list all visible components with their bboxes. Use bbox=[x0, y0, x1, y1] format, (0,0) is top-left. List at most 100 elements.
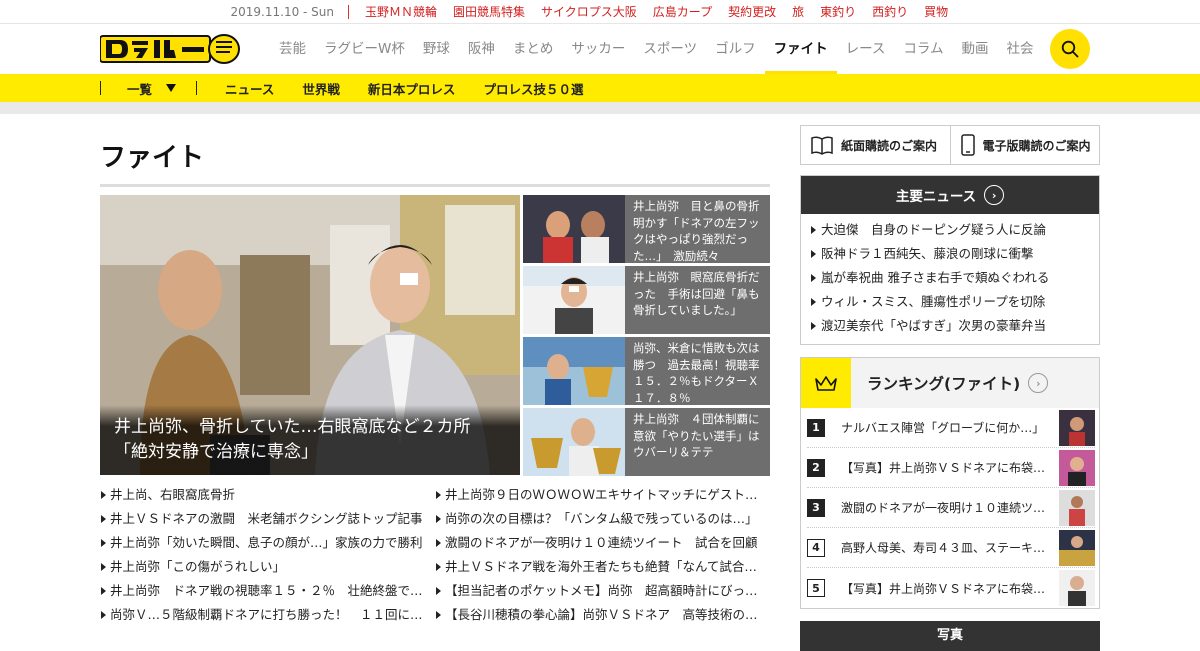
ranking-item-title: ナルバエス陣営「グローブに何か…」 bbox=[841, 421, 1045, 435]
top-links: 玉野ＭＮ競輪 園田競馬特集 サイクロプス大阪 広島カープ 契約更改 旅 東釣り … bbox=[349, 3, 948, 20]
side-article-title: 尚弥、米倉に惜敗も次は勝つ 過去最高！視聴率１５．２％もドクターＸ１７．８％ bbox=[633, 341, 760, 405]
hero-caption: 井上尚弥、骨折していた…右眼窩底など２カ所 「絶対安静で治療に専念」 bbox=[100, 405, 520, 475]
subnav-item-wrestling-moves[interactable]: プロレス技５０選 bbox=[483, 79, 583, 98]
ranking-item[interactable]: 5 【写真】井上尚弥ＶＳドネアに布袋、中居らも bbox=[807, 568, 1095, 608]
headline-link[interactable]: 井上ＶＳドネアの激闘 米老舗ボクシング誌トップ記事 bbox=[100, 507, 435, 531]
top-link[interactable]: 買物 bbox=[924, 3, 948, 20]
ranking-item[interactable]: 3 激闘のドネアが一夜明け１０連続ツイート bbox=[807, 488, 1095, 528]
nav-item-column[interactable]: コラム bbox=[894, 24, 952, 74]
nav-item-soccer[interactable]: サッカー bbox=[562, 24, 634, 74]
ranking-title: ランキング(ファイト) bbox=[867, 375, 1021, 393]
headline-list: 井上尚、右眼窩底骨折 井上尚弥９日のＷＯＷＯＷエキサイトマッチにゲスト出演 井上… bbox=[100, 483, 770, 627]
article-thumbnail bbox=[1059, 529, 1095, 566]
top-link[interactable]: 園田競馬特集 bbox=[453, 3, 525, 20]
side-article[interactable]: 井上尚弥 ４団体制覇に意欲「やりたい選手」はウバーリ＆テテ bbox=[523, 408, 770, 476]
ranking-item-title: 【写真】井上尚弥ＶＳドネアに布袋、中居らも bbox=[841, 461, 1051, 475]
gray-strip bbox=[0, 102, 1200, 114]
list-dropdown[interactable]: 一覧 bbox=[101, 79, 196, 98]
side-article[interactable]: 井上尚弥 眼窩底骨折だった 手術は回避「鼻も骨折していました。」 bbox=[523, 266, 770, 334]
top-link[interactable]: 東釣り bbox=[820, 3, 856, 20]
daily-logo-icon bbox=[99, 34, 240, 64]
ranking-item-title: 高野人母美、寿司４３皿、ステーキ１キロ bbox=[841, 541, 1051, 555]
news-link[interactable]: 阪神ドラ１西純矢、藤浪の剛球に衝撃 bbox=[809, 242, 1091, 266]
article-thumbnail bbox=[1059, 489, 1095, 526]
top-link[interactable]: 旅 bbox=[792, 3, 804, 20]
subnav-item-news[interactable]: ニュース bbox=[225, 79, 274, 98]
main-column: ファイト 井上尚弥、骨折していた…右眼窩底など２カ所 「絶対安静で治療に専念」 … bbox=[100, 126, 770, 627]
side-articles: 井上尚弥 目と鼻の骨折明かす「ドネアの左フックはやっぱり強烈だった…」 激励続々… bbox=[523, 195, 770, 479]
sub-nav: 一覧 ニュース 世界戦 新日本プロレス プロレス技５０選 bbox=[0, 74, 1200, 102]
headline-link[interactable]: 【担当記者のポケットメモ】尚弥 超高額時計にびっくり bbox=[435, 579, 770, 603]
chevron-right-icon: › bbox=[1028, 373, 1049, 393]
headline-link[interactable]: 井上ＶＳドネア戦を海外王者たちも絶賛「なんて試合だ」 bbox=[435, 555, 770, 579]
headline-link[interactable]: 井上尚弥「効いた瞬間、息子の顔が…」家族の力で勝利 bbox=[100, 531, 435, 555]
chevron-right-icon: › bbox=[984, 185, 1005, 205]
smartphone-icon bbox=[960, 134, 975, 156]
ranking-item[interactable]: 2 【写真】井上尚弥ＶＳドネアに布袋、中居らも bbox=[807, 448, 1095, 488]
article-thumbnail bbox=[523, 408, 625, 476]
top-link[interactable]: 玉野ＭＮ競輪 bbox=[365, 3, 437, 20]
crown-icon bbox=[801, 358, 851, 408]
rank-number: 1 bbox=[807, 418, 825, 437]
top-link[interactable]: 契約更改 bbox=[728, 3, 776, 20]
digital-subscription-button[interactable]: 電子版購読のご案内 bbox=[949, 126, 1100, 164]
nav-item-golf[interactable]: ゴルフ bbox=[706, 24, 765, 74]
headline-link[interactable]: 【長谷川穂積の拳心論】尚弥ＶＳドネア 高等技術の応酬 bbox=[435, 603, 770, 627]
nav-item-baseball[interactable]: 野球 bbox=[414, 24, 459, 74]
right-column: 紙面購読のご案内 電子版購読のご案内 主要ニュース › 大迫傑 自身のドーピング… bbox=[800, 125, 1100, 651]
headline-link[interactable]: 尚弥Ｖ…５階級制覇ドネアに打ち勝った！ １１回に劇的ダウン bbox=[100, 603, 435, 627]
article-thumbnail bbox=[523, 266, 625, 334]
nav-item-society[interactable]: 社会 bbox=[998, 24, 1043, 74]
nav-item-matome[interactable]: まとめ bbox=[504, 24, 563, 74]
rank-number: 3 bbox=[807, 498, 825, 517]
side-article-title: 井上尚弥 眼窩底骨折だった 手術は回避「鼻も骨折していました。」 bbox=[633, 270, 760, 317]
side-article-title: 井上尚弥 ４団体制覇に意欲「やりたい選手」はウバーリ＆テテ bbox=[633, 412, 760, 459]
news-link[interactable]: ウィル・スミス、腫瘍性ポリープを切除 bbox=[809, 290, 1091, 314]
print-subscription-button[interactable]: 紙面購読のご案内 bbox=[801, 126, 950, 164]
top-link[interactable]: サイクロプス大阪 bbox=[541, 3, 637, 20]
ranking-item[interactable]: 4 高野人母美、寿司４３皿、ステーキ１キロ bbox=[807, 528, 1095, 568]
headline-link[interactable]: 尚弥の次の目標は？「バンタム級で残っているのは…」 bbox=[435, 507, 770, 531]
nav-item-rugby[interactable]: ラグビーW杯 bbox=[315, 24, 414, 74]
article-thumbnail bbox=[523, 195, 625, 263]
nav-item-video[interactable]: 動画 bbox=[953, 24, 998, 74]
main-news-title: 主要ニュース bbox=[895, 189, 977, 205]
subscription-links: 紙面購読のご案内 電子版購読のご案内 bbox=[800, 125, 1100, 165]
subnav-item-world-title[interactable]: 世界戦 bbox=[302, 79, 340, 98]
ranking-item-title: 【写真】井上尚弥ＶＳドネアに布袋、中居らも bbox=[841, 581, 1051, 596]
date-label: 2019.11.10 - Sun bbox=[0, 4, 349, 19]
headline-link[interactable]: 井上尚弥９日のＷＯＷＯＷエキサイトマッチにゲスト出演 bbox=[435, 483, 770, 507]
nav-item-sports[interactable]: スポーツ bbox=[634, 24, 706, 74]
news-link[interactable]: 渡辺美奈代「やばすぎ」次男の豪華弁当 bbox=[809, 314, 1091, 338]
side-article[interactable]: 井上尚弥 目と鼻の骨折明かす「ドネアの左フックはやっぱり強烈だった…」 激励続々 bbox=[523, 195, 770, 263]
article-thumbnail bbox=[523, 337, 625, 405]
main-nav: 芸能 ラグビーW杯 野球 阪神 まとめ サッカー スポーツ ゴルフ ファイト レ… bbox=[270, 24, 1043, 74]
headline-link[interactable]: 井上尚、右眼窩底骨折 bbox=[100, 483, 435, 507]
headline-link[interactable]: 井上尚弥「この傷がうれしい」 bbox=[100, 555, 435, 579]
top-link[interactable]: 広島カープ bbox=[653, 3, 712, 20]
photo-section-header[interactable]: 写真 bbox=[800, 621, 1100, 651]
top-link[interactable]: 西釣り bbox=[872, 3, 908, 20]
nav-item-race[interactable]: レース bbox=[837, 24, 895, 74]
main-news-header[interactable]: 主要ニュース › bbox=[801, 176, 1099, 214]
site-logo[interactable] bbox=[99, 32, 242, 66]
article-thumbnail bbox=[1059, 449, 1095, 486]
subnav-item-njpw[interactable]: 新日本プロレス bbox=[368, 79, 456, 98]
ranking-item[interactable]: 1 ナルバエス陣営「グローブに何か…」 bbox=[807, 408, 1095, 448]
article-thumbnail bbox=[1059, 409, 1095, 446]
nav-item-fight[interactable]: ファイト bbox=[764, 24, 837, 74]
news-link[interactable]: 嵐が奉祝曲 雅子さま右手で頬ぬぐわれる bbox=[809, 266, 1091, 290]
nav-item-hanshin[interactable]: 阪神 bbox=[459, 24, 504, 74]
side-article[interactable]: 尚弥、米倉に惜敗も次は勝つ 過去最高！視聴率１５．２％もドクターＸ１７．８％ bbox=[523, 337, 770, 405]
ranking-header[interactable]: ランキング(ファイト) › bbox=[801, 358, 1099, 408]
search-button[interactable] bbox=[1050, 29, 1090, 69]
divider bbox=[100, 184, 770, 187]
hero-article[interactable]: 井上尚弥、骨折していた…右眼窩底など２カ所 「絶対安静で治療に専念」 bbox=[100, 195, 520, 475]
headline-link[interactable]: 井上尚弥 ドネア戦の視聴率１５・２％ 壮絶終盤で上昇 bbox=[100, 579, 435, 603]
digital-subscription-label: 電子版購読のご案内 bbox=[982, 138, 1091, 153]
news-link[interactable]: 大迫傑 自身のドーピング疑う人に反論 bbox=[809, 218, 1091, 242]
ranking-box: ランキング(ファイト) › 1 ナルバエス陣営「グローブに何か…」 2 【写真】… bbox=[800, 357, 1100, 609]
ranking-item-title: 激闘のドネアが一夜明け１０連続ツイート bbox=[841, 501, 1051, 515]
nav-item-entertainment[interactable]: 芸能 bbox=[270, 24, 315, 74]
headline-link[interactable]: 激闘のドネアが一夜明け１０連続ツイート 試合を回顧 bbox=[435, 531, 770, 555]
